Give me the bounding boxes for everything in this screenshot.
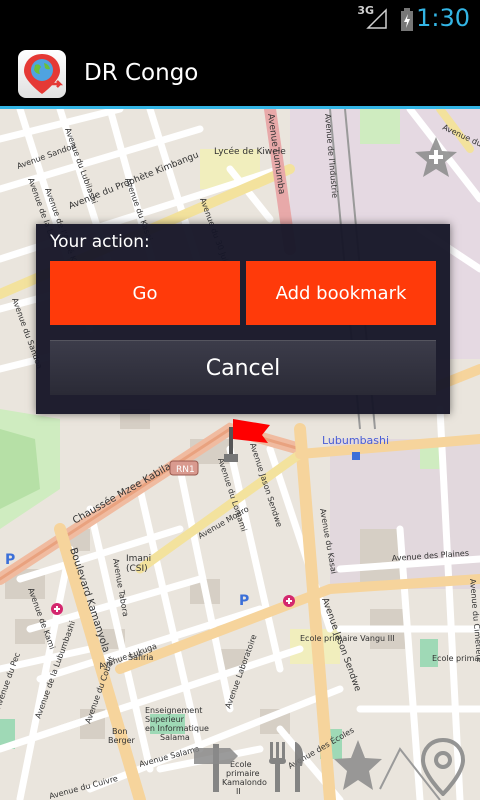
map-label: Bon	[112, 727, 127, 736]
map-label: Salama	[160, 733, 190, 742]
route-label: RN1	[176, 465, 195, 475]
route-shield: RN1	[169, 460, 199, 476]
go-button[interactable]: Go	[50, 261, 240, 325]
action-dialog: Your action: Go Add bookmark Cancel	[36, 224, 450, 414]
parking-icon: P	[239, 593, 249, 609]
map-label: Imani	[126, 554, 151, 564]
battery-icon	[401, 8, 413, 31]
parking-icon: P	[5, 552, 15, 568]
add-bookmark-button[interactable]: Add bookmark	[246, 261, 436, 325]
map-label: (CSI)	[126, 564, 148, 574]
cancel-button[interactable]: Cancel	[50, 340, 436, 395]
map-label: Berger	[108, 736, 136, 745]
globe-pin-app-icon[interactable]	[18, 50, 66, 98]
map-label: Enseignement	[145, 706, 202, 715]
map-label: Ecole primaire Vangu III	[300, 634, 395, 643]
map-label: Ecole primaire Vangu	[432, 654, 480, 663]
signal-icon	[366, 8, 387, 29]
map-label: Lubumbashi	[322, 434, 389, 447]
map-view[interactable]: Avenue Sandoa Avenue du Lubilashi Avenue…	[0, 109, 480, 800]
star-icon[interactable]	[332, 738, 384, 794]
signpost-icon[interactable]	[190, 738, 242, 794]
page-title: DR Congo	[84, 60, 199, 86]
status-bar: 3G 1:30	[0, 0, 480, 38]
dialog-title: Your action:	[50, 232, 150, 252]
map-label: en Informatique	[145, 724, 209, 733]
location-pin-icon[interactable]	[418, 738, 468, 796]
action-bar: DR Congo	[0, 38, 480, 109]
restaurant-icon[interactable]	[262, 738, 312, 794]
map-label: Safiria	[128, 653, 154, 662]
station-icon	[352, 452, 360, 460]
map-label: Superieur	[145, 715, 185, 724]
add-favorite-icon[interactable]	[412, 133, 460, 181]
clock: 1:30	[416, 4, 470, 32]
